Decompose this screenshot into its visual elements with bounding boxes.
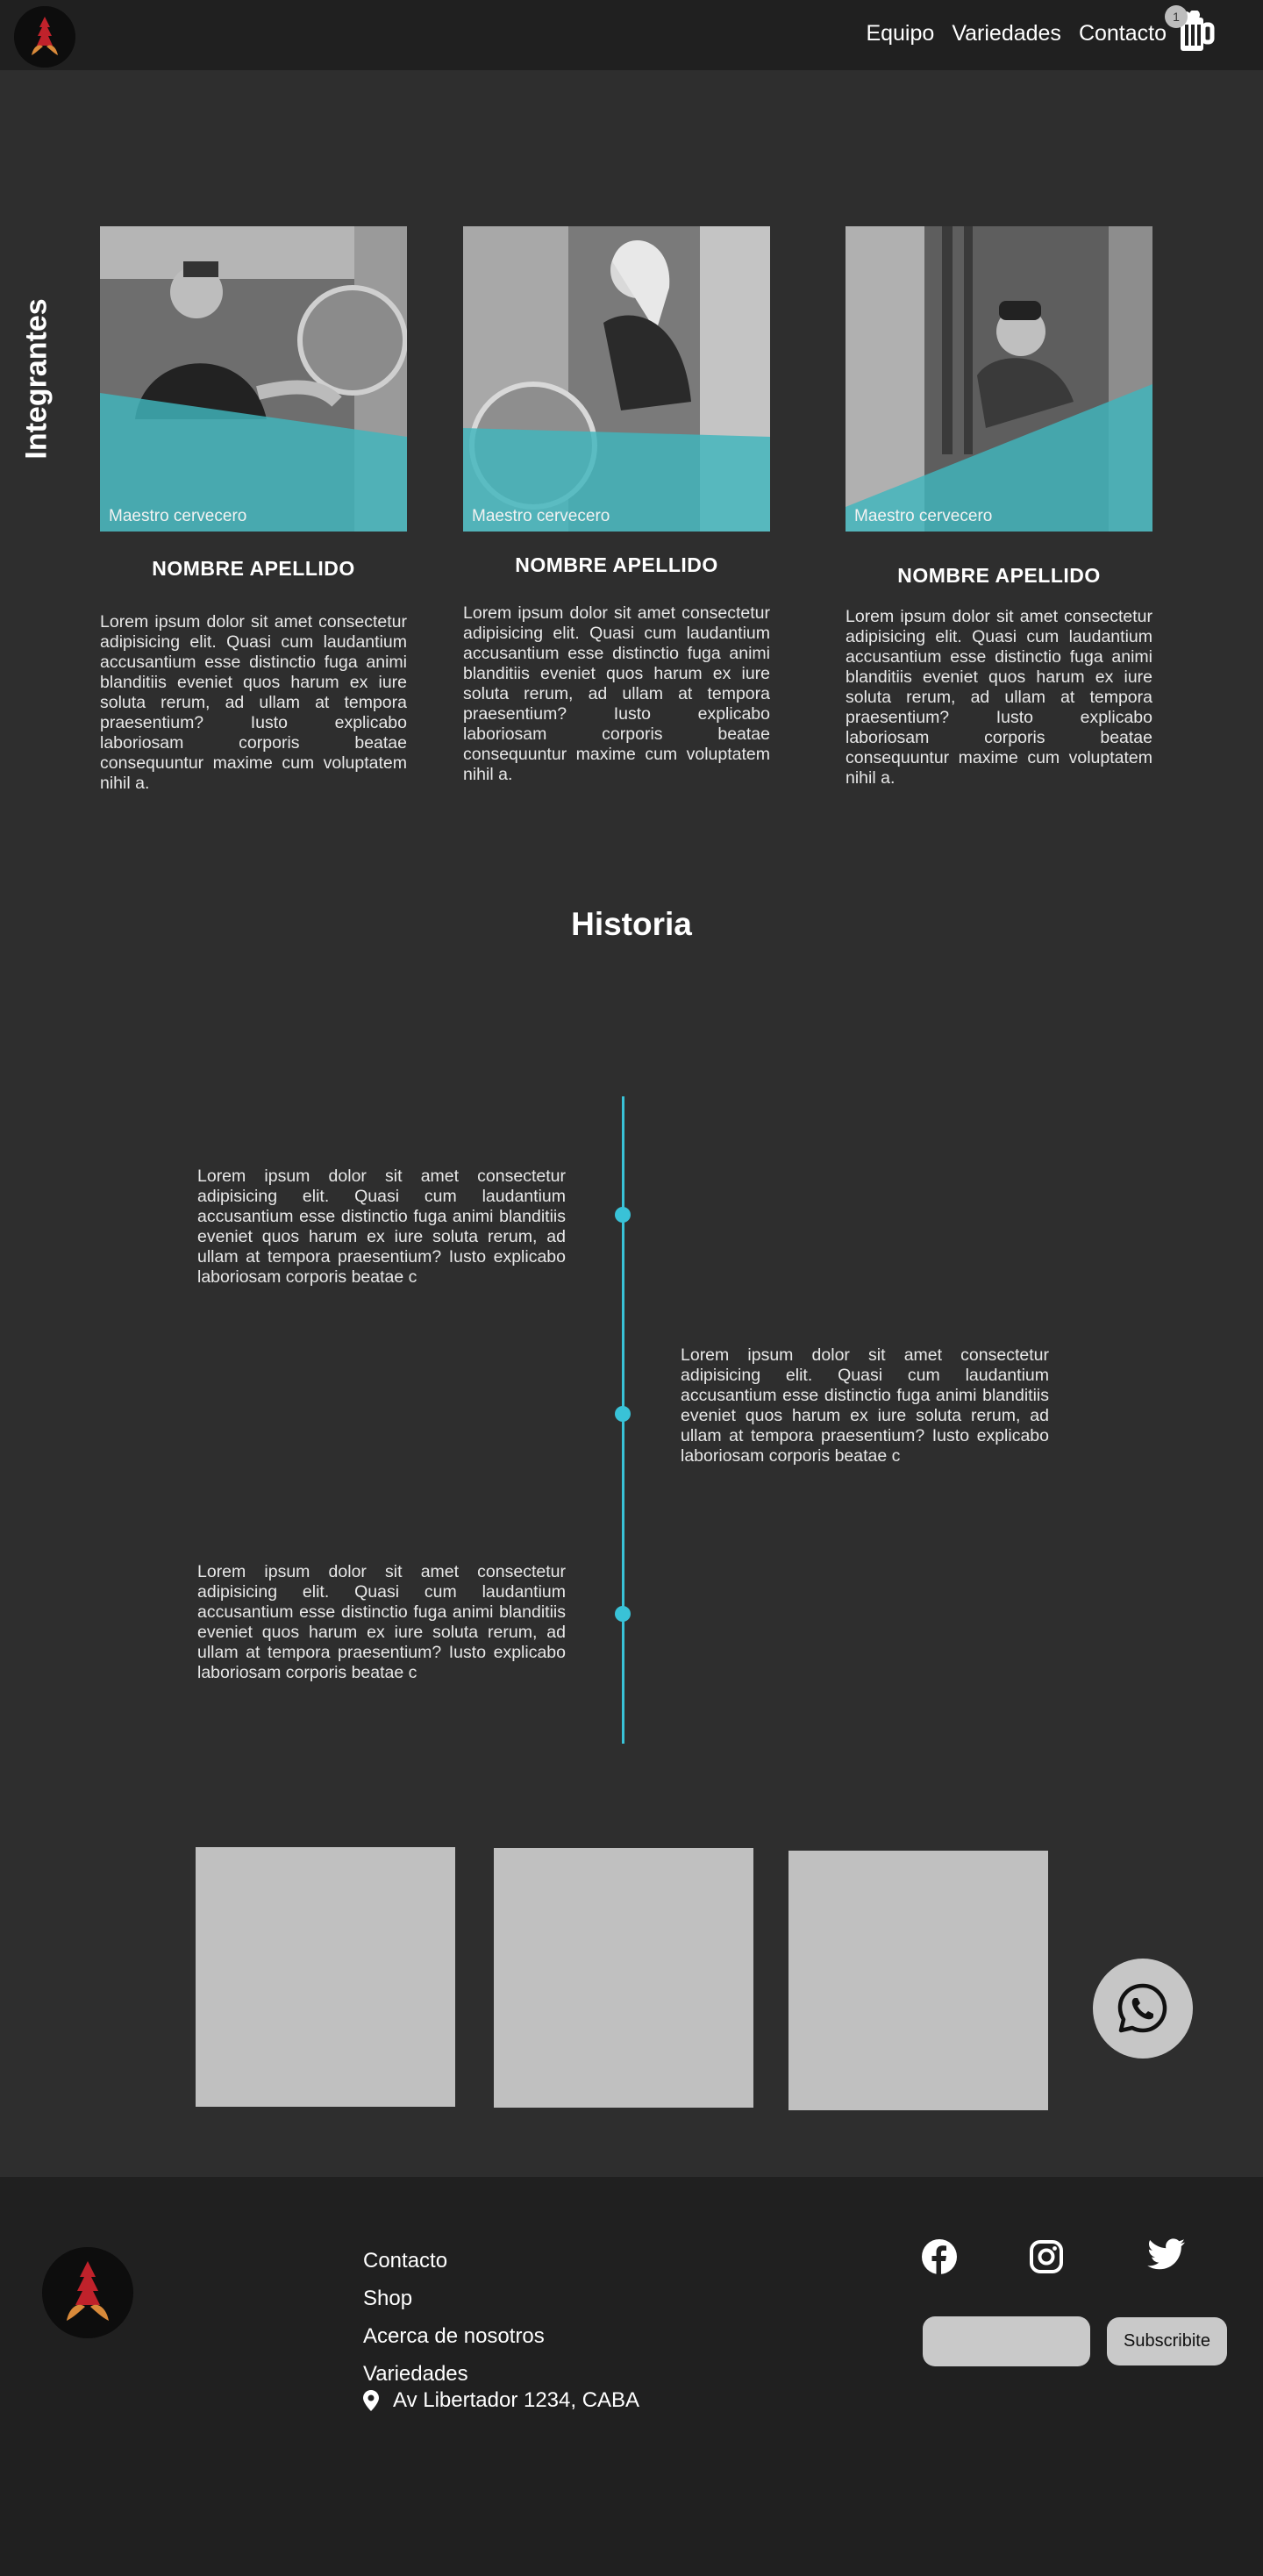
member-photo: Maestro cervecero bbox=[100, 226, 407, 532]
timeline-entry: Lorem ipsum dolor sit amet consectetur a… bbox=[197, 1167, 566, 1287]
hop-logo-icon bbox=[14, 6, 75, 68]
footer-link-variedades[interactable]: Variedades bbox=[363, 2355, 545, 2393]
newsletter-email-input[interactable] bbox=[923, 2316, 1090, 2366]
timeline-entry: Lorem ipsum dolor sit amet consectetur a… bbox=[681, 1345, 1049, 1466]
member-name: NOMBRE APELLIDO bbox=[897, 564, 1101, 587]
brand-logo[interactable] bbox=[14, 6, 75, 68]
address-text: Av Libertador 1234, CABA bbox=[393, 2388, 640, 2412]
member-bio: Lorem ipsum dolor sit amet consectetur a… bbox=[100, 612, 407, 793]
footer-brand-logo[interactable] bbox=[42, 2247, 133, 2338]
footer-link-contacto[interactable]: Contacto bbox=[363, 2242, 545, 2280]
timeline-dot bbox=[615, 1406, 631, 1422]
gallery-image-placeholder bbox=[494, 1848, 753, 2108]
footer-address: Av Libertador 1234, CABA bbox=[363, 2388, 639, 2413]
team-section-title: Integrantes bbox=[19, 298, 54, 460]
member-role: Maestro cervecero bbox=[854, 507, 993, 525]
nav-contacto[interactable]: Contacto bbox=[1079, 21, 1167, 46]
footer-nav: Contacto Shop Acerca de nosotros Varieda… bbox=[363, 2242, 545, 2393]
gallery-image-placeholder bbox=[196, 1847, 455, 2107]
member-role: Maestro cervecero bbox=[109, 507, 247, 525]
member-bio: Lorem ipsum dolor sit amet consectetur a… bbox=[463, 603, 770, 784]
footer-link-acerca[interactable]: Acerca de nosotros bbox=[363, 2317, 545, 2355]
member-photo: Maestro cervecero bbox=[463, 226, 770, 532]
twitter-icon bbox=[1147, 2238, 1185, 2270]
team-member-card: Maestro cervecero NOMBRE APELLIDO Lorem … bbox=[463, 226, 770, 784]
location-pin-icon bbox=[363, 2390, 379, 2411]
hop-logo-icon bbox=[42, 2247, 133, 2338]
gallery-image-placeholder bbox=[788, 1851, 1048, 2110]
member-photo: Maestro cervecero bbox=[846, 226, 1152, 532]
member-bio: Lorem ipsum dolor sit amet consectetur a… bbox=[846, 607, 1152, 788]
nav-variedades[interactable]: Variedades bbox=[952, 21, 1061, 46]
brewer-photo-placeholder bbox=[463, 226, 770, 532]
cart-count-badge: 1 bbox=[1165, 5, 1188, 28]
brewer-photo-placeholder bbox=[100, 226, 407, 532]
twitter-link[interactable] bbox=[1147, 2238, 1186, 2276]
site-footer: Contacto Shop Acerca de nosotros Varieda… bbox=[0, 2177, 1263, 2576]
history-title: Historia bbox=[571, 906, 692, 942]
main-nav: Equipo Variedades Contacto bbox=[866, 21, 1167, 46]
cart-button[interactable]: 1 bbox=[1165, 5, 1216, 54]
brewer-photo-placeholder bbox=[846, 226, 1152, 532]
member-name: NOMBRE APELLIDO bbox=[515, 553, 718, 576]
nav-equipo[interactable]: Equipo bbox=[866, 21, 934, 46]
member-name: NOMBRE APELLIDO bbox=[152, 557, 355, 580]
instagram-icon bbox=[1030, 2240, 1063, 2273]
whatsapp-icon bbox=[1117, 1983, 1167, 2033]
whatsapp-button[interactable] bbox=[1093, 1959, 1193, 2059]
instagram-link[interactable] bbox=[1029, 2239, 1064, 2279]
timeline-entry: Lorem ipsum dolor sit amet consectetur a… bbox=[197, 1562, 566, 1682]
timeline-dot bbox=[615, 1207, 631, 1223]
team-member-card: Maestro cervecero NOMBRE APELLIDO Lorem … bbox=[846, 226, 1152, 788]
facebook-icon bbox=[922, 2239, 957, 2274]
site-header: Equipo Variedades Contacto 1 bbox=[0, 0, 1263, 70]
timeline-dot bbox=[615, 1606, 631, 1622]
subscribe-button[interactable]: Subscribite bbox=[1107, 2317, 1227, 2365]
team-member-card: Maestro cervecero NOMBRE APELLIDO Lorem … bbox=[100, 226, 407, 793]
member-role: Maestro cervecero bbox=[472, 507, 610, 525]
footer-link-shop[interactable]: Shop bbox=[363, 2280, 545, 2317]
facebook-link[interactable] bbox=[921, 2238, 958, 2280]
